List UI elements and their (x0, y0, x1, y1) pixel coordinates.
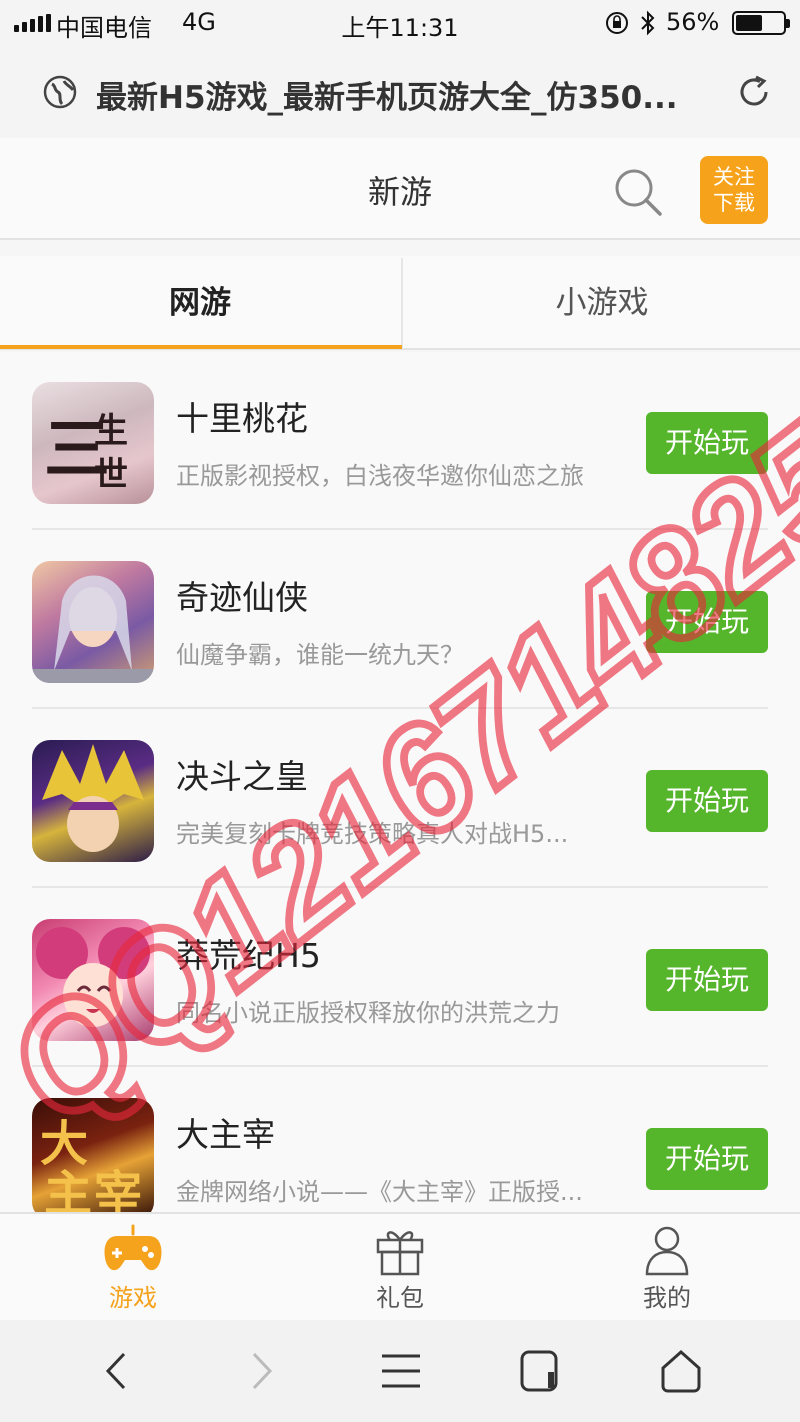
user-icon (645, 1226, 689, 1276)
game-icon-glyph: 大 (40, 1116, 88, 1172)
game-icon-art: 三 生 世 (44, 410, 128, 495)
game-icon-art (36, 927, 150, 1027)
game-icon-qijixianxia[interactable] (32, 561, 154, 683)
globe-icon (43, 75, 77, 109)
play-button[interactable]: 开始玩 (646, 949, 768, 1011)
game-description: 同名小说正版授权释放你的洪荒之力 (176, 999, 560, 1027)
game-icon-juedouzhihuang[interactable] (32, 740, 154, 862)
game-description: 完美复刻卡牌竞技策略真人对战H5... (176, 820, 569, 848)
status-bar: 中国电信 4G 上午11:31 56% (0, 0, 800, 46)
tabs-icon[interactable] (516, 1346, 566, 1396)
icon-frame (32, 669, 154, 683)
download-label: 下载 (713, 191, 755, 215)
list-item[interactable]: 三 生 世 十里桃花 正版影视授权，白浅夜华邀你仙恋之旅 开始玩 (32, 352, 768, 530)
tab-mini-games[interactable]: 小游戏 (402, 256, 800, 350)
game-icon-manghuangji[interactable] (32, 919, 154, 1041)
game-description: 仙魔争霸，谁能一统九天？ (176, 641, 464, 669)
follow-label: 关注 (713, 165, 755, 189)
character-face (63, 963, 123, 1027)
battery-percent: 56% (666, 8, 720, 36)
game-icon-dazhuzai[interactable]: 大 主 宰 (32, 1098, 154, 1220)
character-bangs (68, 802, 118, 810)
game-name: 奇迹仙侠 (176, 578, 308, 617)
nav-mine-label: 我的 (643, 1284, 691, 1312)
screen: 中国电信 4G 上午11:31 56% 最新H5游戏_最新手机页游大全_仿350… (0, 0, 800, 1422)
game-name: 莽荒纪H5 (176, 936, 321, 975)
gamepad-icon (104, 1224, 162, 1271)
tab-online-games[interactable]: 网游 (0, 256, 400, 350)
nav-games[interactable]: 游戏 (73, 1222, 193, 1318)
search-icon[interactable] (612, 166, 664, 218)
game-name: 大主宰 (176, 1115, 275, 1154)
character-hair (54, 575, 132, 671)
play-button[interactable]: 开始玩 (646, 412, 768, 474)
battery-level (736, 15, 762, 31)
back-icon[interactable] (94, 1346, 144, 1396)
nav-gifts[interactable]: 礼包 (340, 1222, 460, 1318)
game-icon-sanshengsanshi[interactable]: 三 生 世 (32, 382, 154, 504)
battery-icon (732, 11, 790, 35)
play-button[interactable]: 开始玩 (646, 1128, 768, 1190)
game-description: 金牌网络小说——《大主宰》正版授... (176, 1178, 583, 1206)
nav-games-label: 游戏 (109, 1284, 157, 1312)
play-button[interactable]: 开始玩 (646, 770, 768, 832)
page-title[interactable]: 最新H5游戏_最新手机页游大全_仿350... (96, 72, 726, 117)
play-button[interactable]: 开始玩 (646, 591, 768, 653)
nav-gifts-label: 礼包 (376, 1284, 424, 1312)
follow-download-button[interactable]: 关注 下载 (700, 156, 768, 224)
reload-icon[interactable] (734, 72, 774, 112)
game-icon-art: 大 主 宰 (40, 1116, 142, 1220)
nav-mine[interactable]: 我的 (607, 1222, 727, 1318)
home-icon[interactable] (656, 1346, 706, 1396)
game-icon-art (32, 575, 154, 683)
game-name: 十里桃花 (176, 399, 308, 438)
active-tab-indicator (0, 345, 402, 349)
list-item[interactable]: 决斗之皇 完美复刻卡牌竞技策略真人对战H5... 开始玩 (32, 710, 768, 888)
game-list: 三 生 世 十里桃花 正版影视授权，白浅夜华邀你仙恋之旅 开始玩 奇迹仙侠 仙魔… (0, 352, 800, 1220)
gift-icon (376, 1231, 424, 1276)
game-description: 正版影视授权，白浅夜华邀你仙恋之旅 (176, 462, 584, 490)
game-name: 决斗之皇 (176, 757, 308, 796)
menu-icon[interactable] (376, 1346, 426, 1396)
header-title: 新游 (367, 173, 432, 211)
game-icon-glyph: 世 (94, 455, 128, 495)
forward-icon[interactable] (234, 1346, 284, 1396)
list-item[interactable]: 奇迹仙侠 仙魔争霸，谁能一统九天？ 开始玩 (32, 531, 768, 709)
list-item[interactable]: 莽荒纪H5 同名小说正版授权释放你的洪荒之力 开始玩 (32, 889, 768, 1067)
game-icon-art (42, 744, 144, 852)
orientation-lock-icon (606, 12, 628, 34)
bluetooth-icon (641, 10, 655, 36)
game-icon-glyph: 生 (94, 411, 128, 451)
